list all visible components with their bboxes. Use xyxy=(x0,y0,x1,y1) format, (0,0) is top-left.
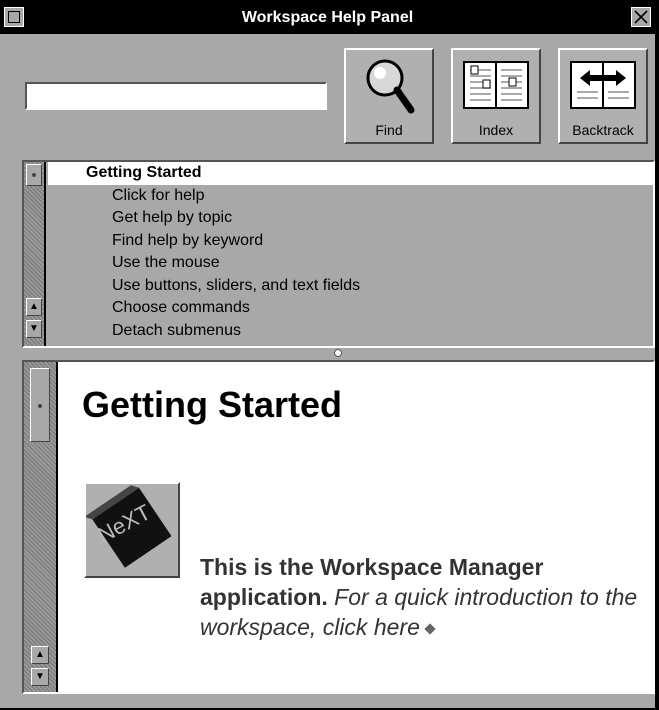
scroll-up-icon[interactable]: ▲ xyxy=(31,646,49,664)
find-label: Find xyxy=(375,122,403,138)
topic-item[interactable]: Click for help xyxy=(48,185,653,208)
topic-item[interactable]: Use buttons, sliders, and text fields xyxy=(48,275,653,298)
next-cube-icon: NeXT xyxy=(84,485,172,568)
topic-item[interactable]: Detach submenus xyxy=(48,320,653,343)
scroll-up-icon[interactable]: ▲ xyxy=(26,298,42,316)
topics-scroll-knob[interactable] xyxy=(26,164,42,186)
backtrack-book-icon xyxy=(570,61,636,109)
help-content-pane: ▲ ▼ Getting Started NeXT This is the Wor… xyxy=(22,360,655,694)
backtrack-button[interactable]: Backtrack xyxy=(558,48,648,144)
search-input[interactable] xyxy=(25,82,327,110)
resize-bar[interactable] xyxy=(0,696,655,708)
help-panel-window: Workspace Help Panel Find Index Backtrac… xyxy=(0,0,659,710)
backtrack-label: Backtrack xyxy=(572,122,634,138)
content-scroll-knob[interactable] xyxy=(30,368,50,442)
scroll-down-icon[interactable]: ▼ xyxy=(26,320,42,338)
index-label: Index xyxy=(478,122,514,138)
close-icon[interactable] xyxy=(631,7,651,27)
book-icon xyxy=(463,61,529,109)
find-button[interactable]: Find xyxy=(344,48,434,144)
topic-item[interactable]: Use the mouse xyxy=(48,252,653,275)
splitter-handle[interactable] xyxy=(334,349,342,357)
link-diamond-icon[interactable] xyxy=(424,623,436,635)
intro-paragraph: This is the Workspace Manager applicatio… xyxy=(200,552,640,642)
next-logo-button[interactable]: NeXT xyxy=(84,482,180,578)
scroll-down-icon[interactable]: ▼ xyxy=(31,668,49,686)
topic-item[interactable]: Choose commands xyxy=(48,297,653,320)
topic-selected[interactable]: Getting Started xyxy=(48,162,653,185)
topic-item[interactable]: Find help by keyword xyxy=(48,230,653,253)
topics-browser: ▲ ▼ Getting Started Click for help Get h… xyxy=(22,160,655,348)
magnifier-icon xyxy=(366,59,415,114)
help-page: Getting Started NeXT This is the Workspa… xyxy=(58,362,653,692)
page-heading: Getting Started xyxy=(82,384,343,425)
topic-item[interactable]: Get help by topic xyxy=(48,207,653,230)
topic-list: Getting Started Click for help Get help … xyxy=(48,162,653,342)
window-title: Workspace Help Panel xyxy=(241,9,414,26)
topics-scrollbar[interactable]: ▲ ▼ xyxy=(24,162,46,346)
content-scrollbar[interactable]: ▲ ▼ xyxy=(24,362,58,692)
index-button[interactable]: Index xyxy=(451,48,541,144)
title-bar[interactable]: Workspace Help Panel xyxy=(0,0,655,34)
